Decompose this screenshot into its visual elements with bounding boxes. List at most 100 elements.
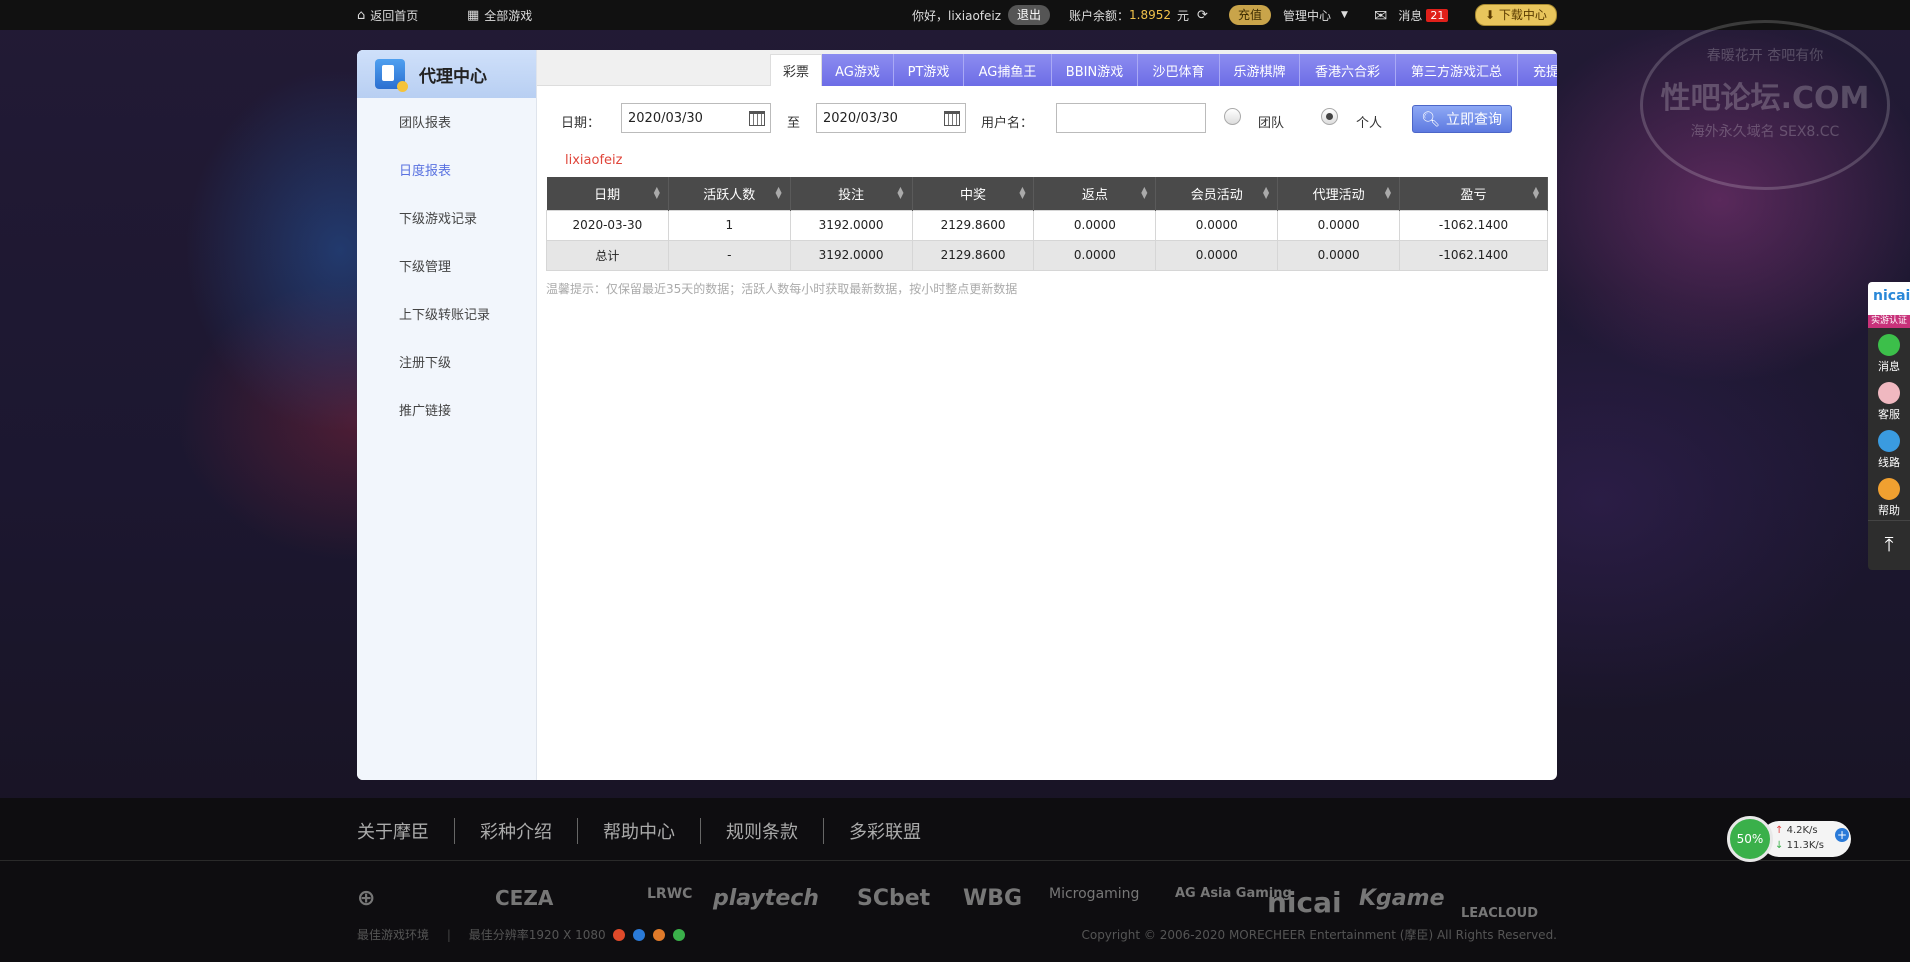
float-help[interactable]: 帮助: [1868, 472, 1910, 520]
download-icon: ⬇: [1485, 8, 1496, 22]
table-header-row: 日期 ▲ ▼ 活跃人数 ▲ ▼ 投注 ▲ ▼ 中奖 ▲ ▼ 返点 ▲ ▼ 会员活动 ▲ ▼ 代理活动 ▲ ▼…: [546, 177, 1548, 210]
agent-avatar-icon: [1878, 382, 1900, 404]
home-icon: ⌂: [357, 7, 366, 23]
memory-percent: 50%: [1727, 816, 1773, 862]
sidebar-item-transfer-records[interactable]: 上下级转账记录: [399, 304, 490, 323]
footer-link-help[interactable]: 帮助中心: [577, 818, 700, 844]
back-to-top-icon[interactable]: ⤒: [1868, 520, 1910, 566]
date-from-input[interactable]: 2020/03/30: [621, 103, 771, 133]
partner-logo: Microgaming: [1049, 886, 1140, 902]
footer-divider: [0, 860, 1910, 861]
speedometer-icon: [1878, 430, 1900, 452]
tab-hk-mark-six[interactable]: 香港六合彩: [1300, 54, 1396, 86]
query-button[interactable]: 🔍︎ 立即查询: [1412, 105, 1512, 133]
date-label: 日期：: [561, 116, 601, 131]
report-tip: 温馨提示：仅保留最近35天的数据；活跃人数每小时获取最新数据，按小时整点更新数据: [546, 282, 1018, 296]
float-lines[interactable]: 线路: [1868, 424, 1910, 472]
sidebar-item-sub-game-records[interactable]: 下级游戏记录: [399, 208, 477, 227]
greeting: 你好，lixiaofeiz: [912, 8, 1002, 23]
table-row: 2020-03-30 1 3192.0000 2129.8600 0.0000 …: [546, 209, 1548, 241]
messages-link[interactable]: ✉ 消息 21: [1374, 0, 1449, 30]
column-header[interactable]: 中奖 ▲ ▼: [912, 177, 1035, 210]
sidebar: 代理中心 团队报表 日度报表 下级游戏记录 下级管理 上下级转账记录 注册下级 …: [357, 50, 537, 780]
sidebar-item-promo-link[interactable]: 推广链接: [399, 400, 451, 419]
tab-deposit-withdraw[interactable]: 充提数据: [1518, 54, 1557, 86]
column-header[interactable]: 日期 ▲ ▼: [546, 177, 669, 210]
plus-icon[interactable]: +: [1835, 828, 1849, 842]
column-header[interactable]: 代理活动 ▲ ▼: [1277, 177, 1401, 210]
tab-bbin-games[interactable]: BBIN游戏: [1052, 54, 1138, 86]
sort-icon: ▲ ▼: [653, 185, 660, 200]
sidebar-item-team-report[interactable]: 团队报表: [399, 112, 451, 131]
agent-icon: [375, 59, 408, 92]
sort-icon: ▲ ▼: [1263, 185, 1270, 200]
sort-icon: ▲ ▼: [1384, 185, 1392, 200]
personal-radio[interactable]: [1321, 108, 1338, 125]
sidebar-header: 代理中心: [357, 50, 536, 98]
username-input[interactable]: [1056, 103, 1206, 133]
agent-center-panel: 代理中心 团队报表 日度报表 下级游戏记录 下级管理 上下级转账记录 注册下级 …: [357, 50, 1557, 780]
daily-report-table: 日期 ▲ ▼ 活跃人数 ▲ ▼ 投注 ▲ ▼ 中奖 ▲ ▼ 返点 ▲ ▼ 会员活动 ▲ ▼ 代理活动 ▲ ▼…: [546, 177, 1548, 271]
partner-logo: SCbet: [857, 886, 931, 911]
sort-icon: ▲ ▼: [1532, 185, 1539, 200]
balance: 账户余额： 1.8952 元 ⟳: [1069, 7, 1208, 23]
tab-lottery[interactable]: 彩票: [770, 54, 822, 86]
partner-logo: LRWC: [647, 886, 693, 902]
date-to-label: 至: [787, 116, 801, 131]
manage-center-menu[interactable]: 管理中心 ▼: [1283, 0, 1348, 30]
chevron-down-icon: ▼: [1341, 10, 1348, 20]
column-header[interactable]: 返点 ▲ ▼: [1033, 177, 1157, 210]
tab-ag-games[interactable]: AG游戏: [822, 54, 894, 86]
float-customer-service[interactable]: 客服: [1868, 376, 1910, 424]
partner-logo: WBG: [963, 886, 1023, 911]
column-header[interactable]: 活跃人数 ▲ ▼: [668, 177, 791, 210]
partner-logo: CEZA: [495, 886, 554, 910]
partner-logo: nicai: [1267, 886, 1342, 919]
calendar-icon[interactable]: [944, 111, 960, 126]
firefox-icon: [653, 929, 666, 941]
network-speed-widget[interactable]: 50% ↑ 4.2K/s ↓ 11.3K/s +: [1727, 816, 1853, 862]
team-radio[interactable]: [1224, 108, 1241, 125]
360-browser-icon: [672, 929, 685, 941]
tab-saba-sports[interactable]: 沙巴体育: [1138, 54, 1220, 86]
table-total-row: 总计 - 3192.0000 2129.8600 0.0000 0.0000 0…: [546, 239, 1548, 271]
sidebar-item-register-sub[interactable]: 注册下级: [399, 352, 451, 371]
globe-logo-icon: ⊕: [357, 886, 376, 911]
search-icon: 🔍︎: [1421, 110, 1441, 128]
sort-icon: ▲ ▼: [1141, 185, 1148, 200]
username-label: 用户名：: [981, 116, 1034, 131]
tab-third-party-summary[interactable]: 第三方游戏汇总: [1396, 54, 1518, 86]
column-header[interactable]: 盈亏 ▲ ▼: [1399, 177, 1548, 210]
forum-watermark: 春暖花开 杏吧有你 性吧论坛.COM 海外永久域名 SEX8.CC: [1640, 20, 1890, 190]
logout-button[interactable]: 退出: [1008, 5, 1051, 25]
sidebar-item-sub-management[interactable]: 下级管理: [399, 256, 451, 275]
personal-radio-label: 个人: [1356, 116, 1383, 131]
date-to-input[interactable]: 2020/03/30: [816, 103, 966, 133]
home-link[interactable]: ⌂ 返回首页: [357, 0, 418, 30]
column-header[interactable]: 投注 ▲ ▼: [790, 177, 913, 210]
calendar-icon[interactable]: [749, 111, 765, 126]
report-username: lixiaofeiz: [565, 153, 623, 168]
all-games-link[interactable]: ▦ 全部游戏: [467, 0, 532, 30]
tab-leyou-chess[interactable]: 乐游棋牌: [1220, 54, 1300, 86]
refresh-icon[interactable]: ⟳: [1197, 8, 1208, 23]
footer-link-about[interactable]: 关于摩臣: [357, 818, 454, 844]
team-radio-label: 团队: [1258, 116, 1285, 131]
ie-icon: [633, 929, 646, 941]
footer-links: 关于摩臣 彩种介绍 帮助中心 规则条款 多彩联盟: [357, 818, 946, 844]
partner-logo: playtech: [713, 886, 819, 911]
footer-link-alliance[interactable]: 多彩联盟: [823, 818, 946, 844]
tab-ag-fishing[interactable]: AG捕鱼王: [964, 54, 1052, 86]
float-messages[interactable]: 消息: [1868, 328, 1910, 376]
recharge-button[interactable]: 充值: [1229, 5, 1272, 25]
footer-link-terms[interactable]: 规则条款: [700, 818, 823, 844]
sort-icon: ▲ ▼: [775, 185, 782, 200]
column-header[interactable]: 会员活动 ▲ ▼: [1155, 177, 1279, 210]
copyright: Copyright © 2006-2020 MORECHEER Entertai…: [1081, 928, 1557, 942]
sidebar-item-daily-report[interactable]: 日度报表: [399, 160, 451, 179]
footer-link-lottery-types[interactable]: 彩种介绍: [454, 818, 577, 844]
tab-pt-games[interactable]: PT游戏: [894, 54, 964, 86]
nicai-cert-badge[interactable]: nicai 实游认证: [1868, 282, 1910, 328]
download-center-button[interactable]: ⬇ 下载中心: [1475, 4, 1557, 26]
partner-logo: LEACLOUD: [1461, 906, 1538, 921]
